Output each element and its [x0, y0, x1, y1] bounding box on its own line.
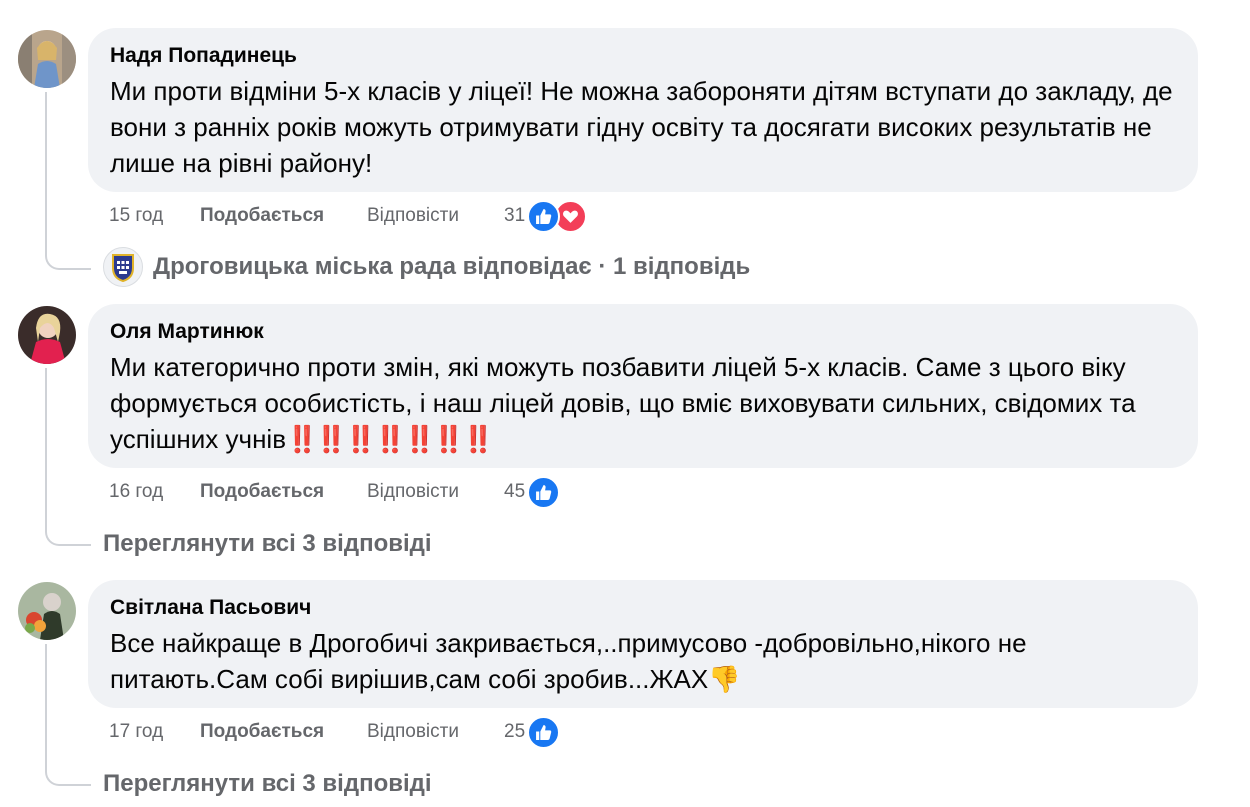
view-all-replies-link[interactable]: Переглянути всі 3 відповіді: [103, 526, 432, 562]
page-reply-label: Дроговицька міська рада відповідає · 1 в…: [153, 253, 751, 280]
avatar[interactable]: [18, 306, 76, 364]
like-button[interactable]: Подобається: [200, 481, 367, 503]
comment-actions: 16 год Подобається Відповісти 45: [109, 475, 561, 509]
page-reply-link[interactable]: Дроговицька міська рада відповідає · 1 в…: [103, 247, 750, 287]
comment-actions: 17 год Подобається Відповісти 25: [109, 715, 561, 749]
thread-line: [45, 644, 47, 770]
comment-text: Ми проти відміни 5-х класів у ліцеї! Не …: [110, 76, 1173, 178]
like-icon[interactable]: [527, 475, 561, 509]
comment-text: Ми категорично проти змін, які можуть по…: [110, 349, 1174, 457]
comment-text-body: Ми категорично проти змін, які можуть по…: [110, 352, 1136, 454]
thread-line: [45, 368, 47, 530]
comment-actions: 15 год Подобається Відповісти 31: [109, 199, 588, 233]
like-icon[interactable]: [527, 715, 561, 749]
reply-button[interactable]: Відповісти: [367, 721, 504, 743]
avatar[interactable]: [18, 582, 76, 640]
thread-line: [45, 92, 47, 254]
like-icon[interactable]: [527, 199, 561, 233]
comment-bubble: Світлана Пасьович Все найкраще в Дрогоби…: [88, 580, 1198, 708]
reaction-count[interactable]: 25: [504, 721, 525, 743]
thread-elbow: [45, 530, 91, 546]
double-exclamation-emoji: ‼️‼️‼️‼️‼️‼️‼️: [286, 424, 495, 454]
comment-time[interactable]: 16 год: [109, 481, 200, 503]
reply-button[interactable]: Відповісти: [367, 481, 504, 503]
thumbs-down-emoji: 👎: [708, 664, 741, 694]
comment-text: Все найкраще в Дрогобичі закривається,..…: [110, 625, 1174, 697]
comment-bubble: Оля Мартинюк Ми категорично проти змін, …: [88, 304, 1198, 468]
thread-elbow: [45, 254, 91, 270]
comment-author[interactable]: Оля Мартинюк: [110, 319, 1174, 345]
reaction-count[interactable]: 31: [504, 205, 525, 227]
reaction-count[interactable]: 45: [504, 481, 525, 503]
city-council-logo-icon: [103, 247, 143, 287]
like-button[interactable]: Подобається: [200, 205, 367, 227]
view-all-replies-link[interactable]: Переглянути всі 3 відповіді: [103, 766, 432, 802]
reply-button[interactable]: Відповісти: [367, 205, 504, 227]
comment-time[interactable]: 15 год: [109, 205, 200, 227]
avatar[interactable]: [18, 30, 76, 88]
comment-text-body: Все найкраще в Дрогобичі закривається,..…: [110, 628, 1027, 694]
comment-author[interactable]: Світлана Пасьович: [110, 595, 1174, 621]
like-button[interactable]: Подобається: [200, 721, 367, 743]
comment-author[interactable]: Надя Попадинець: [110, 43, 1174, 69]
thread-elbow: [45, 770, 91, 786]
comment-time[interactable]: 17 год: [109, 721, 200, 743]
comment-bubble: Надя Попадинець Ми проти відміни 5-х кла…: [88, 28, 1198, 192]
